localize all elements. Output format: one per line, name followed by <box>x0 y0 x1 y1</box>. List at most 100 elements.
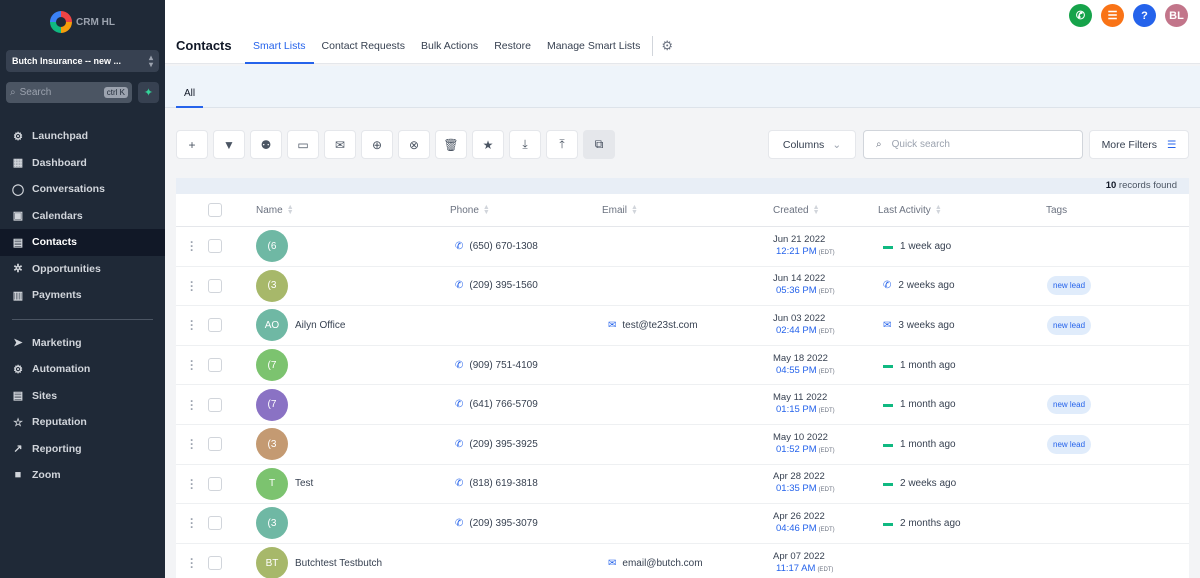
table-row[interactable]: · · · BT Butchtest Testbutch ✉ email@butch.com… <box>176 544 1189 578</box>
contact-name-cell[interactable]: (3 <box>256 504 295 543</box>
tag-badge[interactable]: new lead <box>1047 434 1092 454</box>
table-row[interactable]: · · · T Test ✆ (818) 619-3818 Apr 28 2022 01:35 … <box>176 465 1189 505</box>
gear-icon[interactable]: ⚙ <box>661 30 673 64</box>
row-select[interactable] <box>208 267 222 306</box>
email-button[interactable]: ✉ <box>324 130 356 159</box>
phone-cell[interactable]: ✆ (209) 395-3925 <box>455 425 538 464</box>
phone-cell[interactable]: ✆ (209) 395-1560 <box>455 267 538 306</box>
table-row[interactable]: · · · (7 ✆ (909) 751-4109 May 18 2022 04:55 PM(… <box>176 346 1189 386</box>
import-button[interactable]: ⤒ <box>546 130 578 159</box>
tab-all[interactable]: All <box>176 66 204 108</box>
columns-button[interactable]: Columns ⌄ <box>768 130 856 159</box>
tag-badge[interactable]: new lead <box>1047 395 1092 415</box>
sidebar-item-reputation[interactable]: ☆ Reputation <box>0 409 165 436</box>
contact-name-cell[interactable]: T Test <box>256 465 313 504</box>
table-row[interactable]: · · · (3 ✆ (209) 395-1560 Jun 14 2022 05:36 PM(… <box>176 267 1189 307</box>
column-created[interactable]: Created ▲ ▼ <box>773 194 820 226</box>
row-menu[interactable]: · · · <box>190 465 194 504</box>
email-cell[interactable]: ✉ email@butch.com <box>608 544 703 578</box>
phone-cell[interactable]: ✆ (209) 395-3079 <box>455 504 538 543</box>
row-checkbox[interactable] <box>208 397 222 412</box>
tab-contact-requests[interactable]: Contact Requests <box>314 30 413 64</box>
review-button[interactable]: ★ <box>472 130 504 159</box>
sidebar-item-payments[interactable]: ▥ Payments <box>0 282 165 309</box>
merge-button[interactable]: ⧉ <box>583 130 615 159</box>
column-phone[interactable]: Phone ▲ ▼ <box>450 194 490 226</box>
sidebar-item-automation[interactable]: ⚙ Automation <box>0 356 165 383</box>
sidebar-item-dashboard[interactable]: ▦ Dashboard <box>0 150 165 177</box>
sidebar-item-opportunities[interactable]: ✲ Opportunities <box>0 256 165 283</box>
sidebar-item-marketing[interactable]: ➤ Marketing <box>0 330 165 357</box>
row-select[interactable] <box>208 227 222 266</box>
more-filters-button[interactable]: More Filters ☰ <box>1089 130 1189 159</box>
tab-smart-lists[interactable]: Smart Lists <box>245 30 314 64</box>
row-menu[interactable]: · · · <box>190 425 194 464</box>
row-menu[interactable]: · · · <box>190 385 194 424</box>
list-icon[interactable]: ☰ <box>1101 4 1124 27</box>
sidebar-item-launchpad[interactable]: ⚙ Launchpad <box>0 123 165 150</box>
column-name[interactable]: Name ▲ ▼ <box>256 194 294 226</box>
row-menu[interactable]: · · · <box>190 504 194 543</box>
select-all-checkbox[interactable] <box>208 203 222 217</box>
email-cell[interactable]: ✉ test@te23st.com <box>608 306 698 345</box>
row-checkbox[interactable] <box>208 437 222 452</box>
tab-restore[interactable]: Restore <box>486 30 539 64</box>
contact-name-cell[interactable]: (6 <box>256 227 295 266</box>
row-checkbox[interactable] <box>208 476 222 491</box>
row-menu[interactable]: · · · <box>190 267 194 306</box>
table-row[interactable]: · · · (3 ✆ (209) 395-3925 May 10 2022 01:52 PM(… <box>176 425 1189 465</box>
row-select[interactable] <box>208 346 222 385</box>
sidebar-item-conversations[interactable]: ◯ Conversations <box>0 176 165 203</box>
row-select[interactable] <box>208 465 222 504</box>
contact-name-cell[interactable]: (3 <box>256 425 295 464</box>
bolt-icon[interactable]: ✦ <box>138 82 159 103</box>
row-checkbox[interactable] <box>208 358 222 373</box>
tab-manage-smart-lists[interactable]: Manage Smart Lists <box>539 30 648 64</box>
row-checkbox[interactable] <box>208 278 222 293</box>
table-row[interactable]: · · · AO Ailyn Office ✉ test@te23st.com Jun 03 … <box>176 306 1189 346</box>
column-tags[interactable]: Tags <box>1046 194 1067 226</box>
sidebar-item-zoom[interactable]: ■ Zoom <box>0 462 165 489</box>
row-menu[interactable]: · · · <box>190 544 194 578</box>
tag-badge[interactable]: new lead <box>1047 276 1092 296</box>
table-row[interactable]: · · · (7 ✆ (641) 766-5709 May 11 2022 01:15 PM(… <box>176 385 1189 425</box>
tab-bulk-actions[interactable]: Bulk Actions <box>413 30 486 64</box>
column-last-activity[interactable]: Last Activity ▲ ▼ <box>878 194 942 226</box>
row-select[interactable] <box>208 425 222 464</box>
add-contact-button[interactable]: + <box>176 130 208 159</box>
table-row[interactable]: · · · (3 ✆ (209) 395-3079 Apr 26 2022 04:46 PM(… <box>176 504 1189 544</box>
phone-icon[interactable]: ✆ <box>1069 4 1092 27</box>
row-checkbox[interactable] <box>208 318 222 333</box>
add-tag-button[interactable]: ⊕ <box>361 130 393 159</box>
sidebar-item-sites[interactable]: ▤ Sites <box>0 383 165 410</box>
contact-name-cell[interactable]: (3 <box>256 267 295 306</box>
row-select[interactable] <box>208 385 222 424</box>
account-switcher[interactable]: Butch Insurance -- new ... ▴ ▾ <box>6 50 159 72</box>
help-icon[interactable]: ? <box>1133 4 1156 27</box>
sms-button[interactable]: ▭ <box>287 130 319 159</box>
row-menu[interactable]: · · · <box>190 227 194 266</box>
automation-button[interactable]: ⚉ <box>250 130 282 159</box>
row-select[interactable] <box>208 306 222 345</box>
contact-name-cell[interactable]: (7 <box>256 346 295 385</box>
filter-button[interactable]: ▼ <box>213 130 245 159</box>
row-menu[interactable]: · · · <box>190 346 194 385</box>
delete-button[interactable]: 🗑 <box>435 130 467 159</box>
sidebar-search[interactable]: ⌕ Search ctrl K <box>6 82 132 103</box>
remove-tag-button[interactable]: ⊗ <box>398 130 430 159</box>
row-select[interactable] <box>208 544 222 578</box>
sidebar-item-contacts[interactable]: ▤ Contacts <box>0 229 165 256</box>
contact-name-cell[interactable]: BT Butchtest Testbutch <box>256 544 382 578</box>
contact-name-cell[interactable]: AO Ailyn Office <box>256 306 345 345</box>
column-email[interactable]: Email ▲ ▼ <box>602 194 638 226</box>
phone-cell[interactable]: ✆ (650) 670-1308 <box>455 227 538 266</box>
export-button[interactable]: ⤓ <box>509 130 541 159</box>
sidebar-item-reporting[interactable]: ↗ Reporting <box>0 436 165 463</box>
table-row[interactable]: · · · (6 ✆ (650) 670-1308 Jun 21 2022 12:21 PM(… <box>176 227 1189 267</box>
phone-cell[interactable]: ✆ (909) 751-4109 <box>455 346 538 385</box>
phone-cell[interactable]: ✆ (818) 619-3818 <box>455 465 538 504</box>
contact-name-cell[interactable]: (7 <box>256 385 295 424</box>
row-checkbox[interactable] <box>208 556 222 571</box>
user-avatar[interactable]: BL <box>1165 4 1188 27</box>
phone-cell[interactable]: ✆ (641) 766-5709 <box>455 385 538 424</box>
